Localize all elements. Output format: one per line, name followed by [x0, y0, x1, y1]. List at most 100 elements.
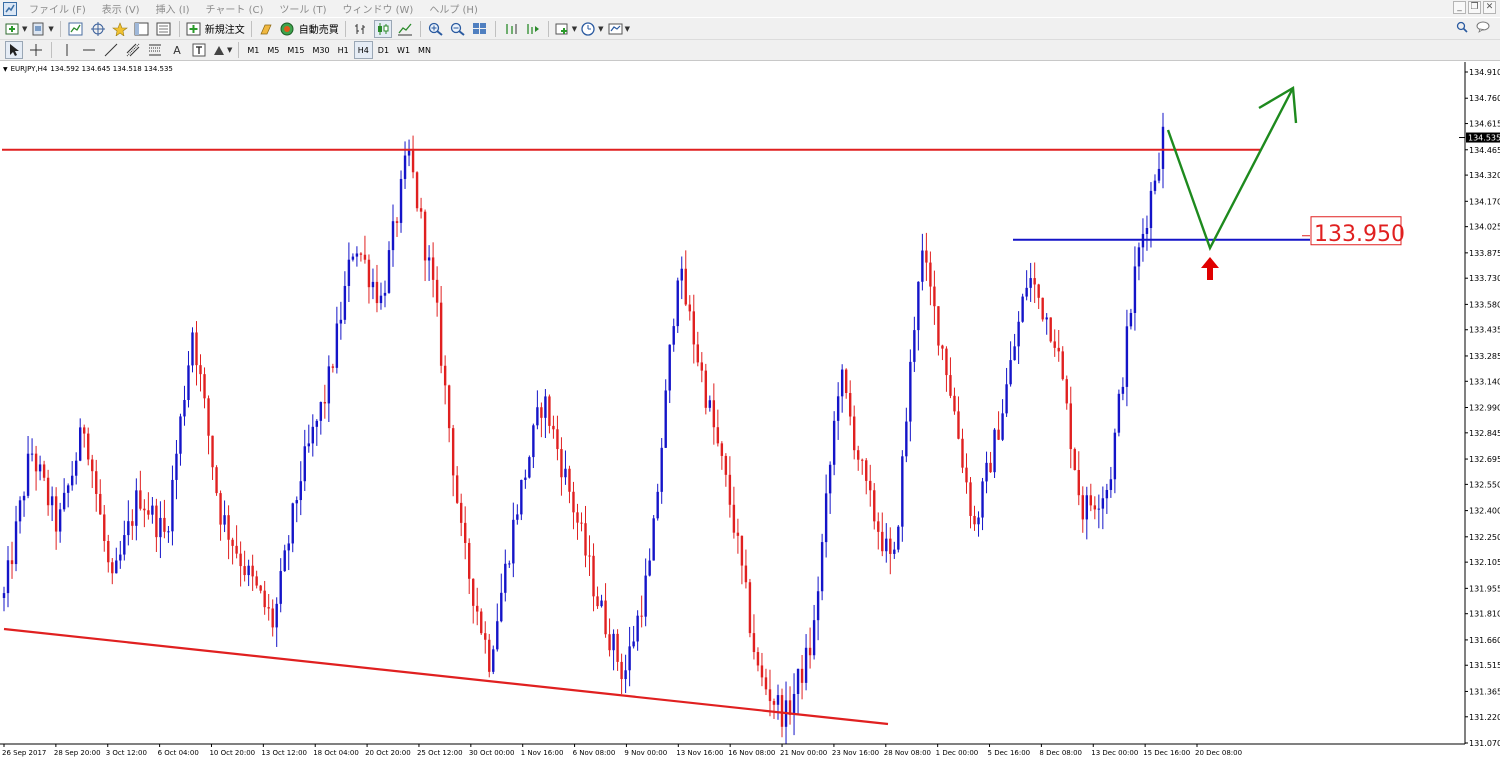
candle-body — [620, 661, 623, 680]
candle-body — [844, 369, 848, 394]
candlestick-button[interactable] — [373, 19, 392, 38]
candle-body — [917, 281, 920, 331]
price-axis-label: 134.615 — [1469, 120, 1500, 129]
bar-chart-button[interactable] — [352, 20, 370, 38]
chevron-down-icon[interactable]: ▼ — [227, 46, 232, 54]
candle-body — [516, 514, 519, 520]
timeframe-m5[interactable]: M5 — [264, 41, 282, 59]
candle-body — [608, 634, 611, 651]
profiles-button[interactable]: ▼ — [31, 20, 54, 38]
chevron-down-icon[interactable]: ▼ — [625, 25, 630, 33]
candle-body — [925, 250, 928, 263]
chevron-down-icon[interactable]: ▼ — [598, 25, 603, 33]
chevron-down-icon[interactable]: ▼ — [572, 25, 577, 33]
candle-body — [704, 370, 708, 408]
candle-body — [291, 503, 294, 544]
auto-scroll-button[interactable] — [524, 20, 542, 38]
strategy-tester-button[interactable] — [155, 20, 173, 38]
metaeditor-button[interactable] — [258, 20, 276, 38]
text-label-tool[interactable] — [190, 41, 208, 59]
terminal-button[interactable] — [133, 20, 151, 38]
timeframe-m1[interactable]: M1 — [244, 41, 262, 59]
arrows-tool[interactable]: ▼ — [212, 41, 232, 59]
restore-icon[interactable]: ❐ — [1468, 1, 1481, 14]
timeframe-h4[interactable]: H4 — [353, 41, 373, 59]
time-axis-label: 25 Oct 12:00 — [417, 749, 463, 757]
tile-windows-button[interactable] — [471, 20, 489, 38]
new-chart-button[interactable]: ▼ — [5, 20, 27, 38]
menu-tools[interactable]: ツール (T) — [271, 1, 334, 16]
candle-body — [1129, 312, 1133, 327]
candle-body — [219, 493, 222, 525]
candle-body — [913, 330, 916, 362]
horizontal-line-tool[interactable] — [80, 41, 98, 59]
candle-body — [459, 502, 463, 523]
timeframe-w1[interactable]: W1 — [394, 41, 413, 59]
menu-chart[interactable]: チャート (C) — [198, 1, 272, 16]
vertical-line-tool[interactable] — [58, 41, 76, 59]
toolbar-separator — [419, 20, 421, 37]
menu-window[interactable]: ウィンドウ (W) — [334, 1, 421, 16]
candle-body — [656, 491, 659, 519]
price-axis-label: 132.550 — [1469, 480, 1500, 489]
line-chart-button[interactable] — [396, 20, 414, 38]
projection-path — [1166, 87, 1295, 252]
price-axis-label: 133.435 — [1469, 326, 1500, 335]
menu-file[interactable]: ファイル (F) — [21, 1, 94, 16]
candle-body — [343, 285, 347, 320]
market-watch-button[interactable] — [67, 20, 85, 38]
chart-window[interactable]: 133.950 134.910 134.760 134.615 134.465 134.… — [0, 62, 1500, 760]
candle-body — [315, 420, 319, 427]
candle-body — [957, 411, 960, 439]
candle-body — [267, 607, 270, 609]
candle-body — [363, 254, 367, 260]
candle-body — [468, 542, 471, 579]
zoom-out-button[interactable] — [449, 20, 467, 38]
timeframe-d1[interactable]: D1 — [375, 41, 392, 59]
chart-menu-triangle-icon[interactable]: ▼ — [3, 66, 8, 73]
candle-body — [524, 477, 527, 480]
search-icon[interactable] — [1456, 21, 1468, 33]
data-window-button[interactable] — [89, 20, 107, 38]
time-axis-label: 21 Nov 00:00 — [780, 749, 827, 757]
app-icon[interactable] — [3, 1, 17, 16]
chevron-down-icon[interactable]: ▼ — [22, 25, 27, 33]
new-order-button[interactable]: 新規注文 — [186, 20, 245, 38]
menu-insert[interactable]: 挿入 (I) — [148, 1, 198, 16]
toolbar-separator — [59, 20, 61, 37]
candle-body — [411, 150, 415, 173]
chat-icon[interactable] — [1476, 21, 1492, 33]
chevron-down-icon[interactable]: ▼ — [48, 25, 53, 33]
candle-body — [255, 576, 258, 586]
candle-body — [692, 311, 695, 345]
templates-button[interactable]: ▼ — [608, 20, 630, 38]
navigator-button[interactable] — [111, 20, 129, 38]
minimize-icon[interactable]: _ — [1453, 1, 1466, 14]
chart-shift-button[interactable] — [502, 20, 520, 38]
price-axis-label: 133.285 — [1469, 352, 1500, 361]
timeframe-h1[interactable]: H1 — [335, 41, 352, 59]
fibonacci-tool[interactable] — [146, 41, 164, 59]
close-icon[interactable]: ✕ — [1483, 1, 1496, 14]
menu-help[interactable]: ヘルプ (H) — [421, 1, 486, 16]
timeframe-m15[interactable]: M15 — [284, 41, 307, 59]
crosshair-tool[interactable] — [27, 41, 45, 59]
indicators-button[interactable]: ▼ — [555, 20, 577, 38]
menu-view[interactable]: 表示 (V) — [94, 1, 148, 16]
channel-tool[interactable] — [124, 41, 142, 59]
candle-body — [78, 427, 82, 461]
timeframe-mn[interactable]: MN — [415, 41, 434, 59]
candle-body — [455, 475, 459, 503]
cursor-tool[interactable] — [5, 41, 23, 59]
text-tool[interactable]: A — [168, 41, 186, 59]
auto-trading-button[interactable]: 自動売買 — [280, 20, 339, 38]
candle-body — [299, 481, 302, 501]
periods-button[interactable]: ▼ — [581, 20, 604, 38]
timeframe-m30[interactable]: M30 — [309, 41, 332, 59]
trendline-tool[interactable] — [102, 41, 120, 59]
auto-scroll-icon — [527, 23, 539, 34]
zoom-in-button[interactable] — [427, 20, 445, 38]
price-chart[interactable]: 133.950 134.910 134.760 134.615 134.465 134.… — [0, 62, 1500, 760]
support-trendline — [3, 627, 889, 726]
candle-body — [716, 427, 720, 444]
